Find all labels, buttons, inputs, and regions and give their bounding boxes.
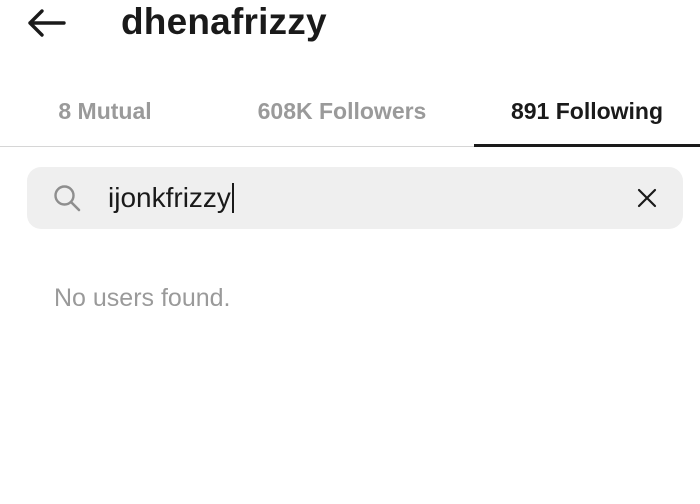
empty-results-message: No users found. [54,284,231,312]
search-input[interactable]: ijonkfrizzy [108,167,234,229]
profile-username: dhenafrizzy [121,1,327,42]
search-bar[interactable]: ijonkfrizzy [27,167,683,229]
tab-followers[interactable]: 608K Followers [210,76,474,146]
search-input-value: ijonkfrizzy [108,182,231,213]
tab-following[interactable]: 891 Following [474,76,700,146]
close-icon[interactable] [635,186,659,210]
active-tab-indicator [474,144,700,147]
tab-bar: 8 Mutual 608K Followers 891 Following [0,76,700,146]
following-screen: dhenafrizzy 8 Mutual 608K Followers 891 … [0,0,700,504]
arrow-left-icon [28,9,66,37]
back-button[interactable] [20,0,74,46]
text-cursor [231,182,234,213]
tab-mutual[interactable]: 8 Mutual [0,76,210,146]
search-icon [54,185,81,212]
header: dhenafrizzy [0,0,700,60]
